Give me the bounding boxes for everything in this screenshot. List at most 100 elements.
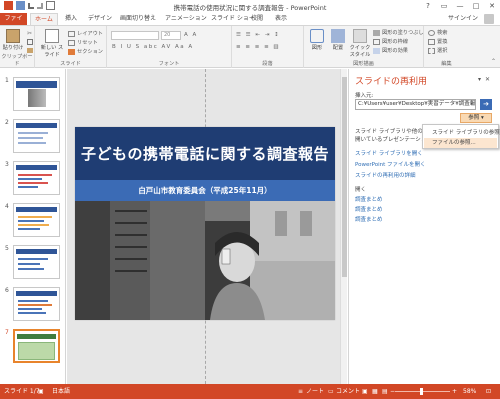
- slide-thumbnail-1[interactable]: [13, 77, 60, 111]
- signin-link[interactable]: サインイン: [448, 13, 478, 25]
- arrange-button[interactable]: 配置: [328, 29, 348, 51]
- slide-canvas[interactable]: 子どもの携帯電話に関する調査報告 白戸山市教育委員会（平成25年11月）: [75, 127, 335, 320]
- reuse-slides-pane: スライドの再利用 ▾✕ 挿入元: C:¥Users¥user¥Desktop¥実…: [348, 69, 500, 384]
- comments-icon[interactable]: ▭: [328, 384, 334, 399]
- recent-item[interactable]: 調査まとめ: [355, 195, 383, 203]
- avatar[interactable]: [484, 14, 494, 24]
- zoom-level[interactable]: 58%: [463, 384, 476, 399]
- arrange-icon: [331, 29, 345, 43]
- group-font: 20 A A B I U S abc AV Aa A フォント: [107, 26, 232, 68]
- tab-file[interactable]: ファイル: [0, 13, 27, 34]
- browse-button-label: 参照: [468, 115, 480, 121]
- slide-sorter-icon[interactable]: ▦: [372, 384, 378, 399]
- group-slides: 新しい スライド レイアウト リセット セクション スライド: [35, 26, 107, 68]
- slide-subtitle: 白戸山市教育委員会（平成25年11月）: [138, 186, 272, 195]
- layout-button[interactable]: レイアウト: [68, 30, 103, 37]
- zoom-in-icon[interactable]: +: [452, 384, 457, 399]
- reset-icon: [68, 39, 75, 46]
- notes-button[interactable]: ノート: [306, 384, 324, 399]
- collapse-ribbon-icon[interactable]: ⌃: [491, 58, 496, 65]
- cut-icon[interactable]: ✂: [27, 30, 32, 37]
- tab-review[interactable]: 校閲: [247, 13, 267, 25]
- shape-outline-button[interactable]: 図形の枠線: [373, 38, 408, 45]
- slide-thumbnail-7[interactable]: [13, 329, 60, 363]
- align-buttons[interactable]: ≡ ≡ ≡ ≡ ▥: [236, 44, 280, 50]
- group-paragraph: ☰ ☰ ⇤ ⇥ ↕ ≡ ≡ ≡ ≡ ▥ 段落: [232, 26, 304, 68]
- reset-label: リセット: [77, 40, 98, 46]
- new-slide-button[interactable]: 新しい スライド: [39, 29, 65, 58]
- source-dropdown-icon[interactable]: ▾: [468, 100, 475, 109]
- slide-photo[interactable]: [75, 201, 335, 320]
- replace-button[interactable]: 置換: [428, 38, 447, 45]
- tab-view[interactable]: 表示: [271, 13, 291, 25]
- slide-position: スライド 1/7: [4, 388, 40, 395]
- select-icon: [428, 47, 435, 54]
- slide-title-box[interactable]: 子どもの携帯電話に関する調査報告: [75, 127, 335, 180]
- open-library-link[interactable]: スライド ライブラリを開く: [355, 149, 423, 157]
- browse-button[interactable]: 参照 ▾: [460, 113, 492, 123]
- tab-transitions[interactable]: 画面切り替え: [116, 13, 160, 25]
- copy-icon[interactable]: [27, 39, 33, 45]
- slide-thumbnail-5[interactable]: [13, 245, 60, 279]
- menu-browse-library[interactable]: スライド ライブラリの参照...: [432, 128, 500, 136]
- open-file-link[interactable]: PowerPoint ファイルを開く: [355, 160, 426, 168]
- fill-bucket-icon: [373, 29, 380, 36]
- shape-effects-button[interactable]: 図形の効果: [373, 47, 408, 54]
- ribbon-display-icon[interactable]: ▭: [436, 0, 452, 13]
- language-indicator[interactable]: 日本語: [52, 384, 70, 399]
- tab-animations[interactable]: アニメーション: [161, 13, 211, 25]
- minimize-icon[interactable]: —: [452, 0, 468, 13]
- font-size-combo[interactable]: 20: [161, 31, 181, 40]
- list-buttons[interactable]: ☰ ☰ ⇤ ⇥ ↕: [236, 32, 280, 38]
- select-button[interactable]: 選択: [428, 47, 447, 54]
- find-button[interactable]: 検索: [428, 29, 447, 36]
- group-label-font: フォント: [158, 61, 180, 67]
- tab-design[interactable]: デザイン: [84, 13, 116, 25]
- shapes-button[interactable]: 図形: [307, 29, 327, 51]
- section-button[interactable]: セクション: [68, 48, 103, 55]
- shapes-label: 図形: [311, 45, 323, 51]
- fit-slide-icon[interactable]: ⊡: [486, 384, 491, 399]
- replace-label: 置換: [437, 39, 448, 45]
- reset-button[interactable]: リセット: [68, 39, 98, 46]
- paste-button[interactable]: 貼り付け: [2, 29, 24, 51]
- recent-item[interactable]: 調査まとめ: [355, 205, 383, 213]
- scrollbar-thumb[interactable]: [342, 77, 347, 277]
- go-arrow-button[interactable]: ➔: [480, 99, 492, 110]
- slide-thumbnail-6[interactable]: [13, 287, 60, 321]
- slide-thumbnail-3[interactable]: [13, 161, 60, 195]
- vertical-scrollbar[interactable]: [340, 69, 347, 384]
- learn-more-link[interactable]: スライドの再利用の詳細: [355, 171, 416, 179]
- slide-thumbnail-4[interactable]: [13, 203, 60, 237]
- layout-icon: [68, 30, 75, 37]
- recent-item[interactable]: 調査まとめ: [355, 215, 383, 223]
- source-path-input[interactable]: C:¥Users¥user¥Desktop¥実習データ¥調査報: [355, 99, 476, 110]
- reading-view-icon[interactable]: ▤: [382, 384, 388, 399]
- font-format-buttons[interactable]: B I U S abc AV Aa A: [112, 44, 194, 50]
- select-label: 選択: [437, 48, 448, 54]
- shape-fill-label: 図形の塗りつぶし: [382, 30, 424, 36]
- status-bar: スライド 1/7 ▣ 日本語 ≡ ノート ▭ コメント ▣ ▦ ▤ − + 58…: [0, 384, 500, 399]
- normal-view-icon[interactable]: ▣: [362, 384, 368, 399]
- slide-thumbnail-2[interactable]: [13, 119, 60, 153]
- slide-subtitle-box[interactable]: 白戸山市教育委員会（平成25年11月）: [75, 180, 335, 201]
- tab-insert[interactable]: 挿入: [61, 13, 81, 25]
- recent-label: 開く: [355, 187, 367, 193]
- maximize-icon[interactable]: □: [468, 0, 484, 13]
- font-name-combo[interactable]: [111, 31, 159, 40]
- spellcheck-icon[interactable]: ▣: [38, 384, 44, 399]
- quick-styles-button[interactable]: クイック スタイル: [348, 29, 372, 58]
- shape-fill-button[interactable]: 図形の塗りつぶし: [373, 29, 424, 36]
- font-size-buttons[interactable]: A A: [184, 32, 198, 38]
- layout-label: レイアウト: [77, 31, 103, 37]
- quick-styles-label: クイック スタイル: [349, 45, 371, 58]
- pane-controls: ▾✕: [478, 76, 494, 83]
- close-icon[interactable]: ✕: [484, 0, 500, 13]
- comments-button[interactable]: コメント: [336, 384, 360, 399]
- notes-icon[interactable]: ≡: [298, 384, 303, 399]
- menu-browse-file[interactable]: ファイルの参照...: [424, 138, 497, 148]
- pane-menu-icon[interactable]: ▾: [478, 76, 485, 83]
- help-icon[interactable]: ?: [420, 0, 436, 13]
- zoom-slider-handle[interactable]: [420, 388, 423, 395]
- pane-close-icon[interactable]: ✕: [485, 76, 494, 83]
